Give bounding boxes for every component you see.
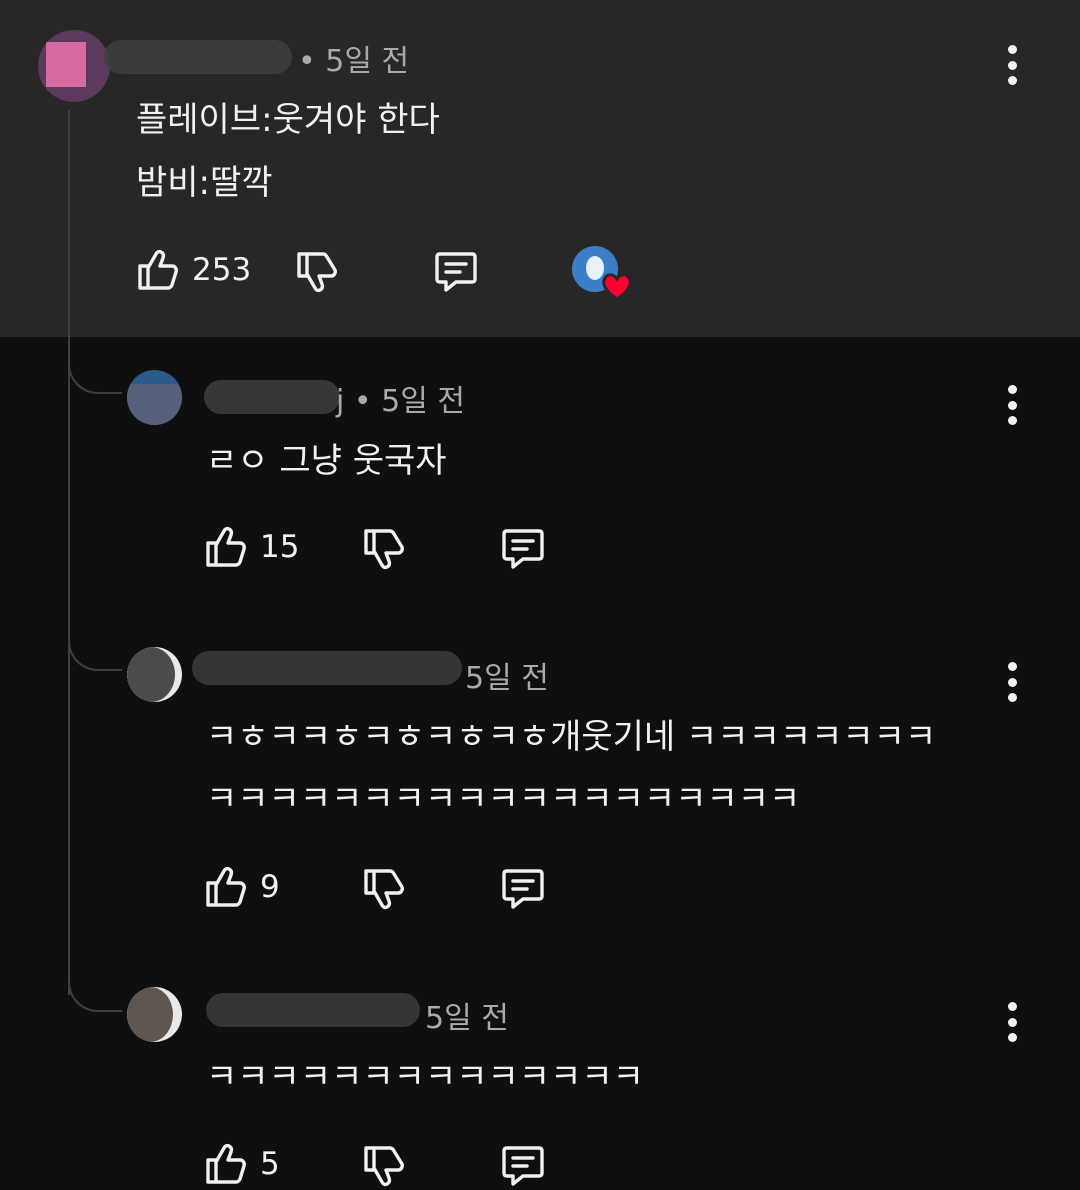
like-button[interactable] — [202, 1140, 250, 1188]
reply-icon — [499, 1140, 547, 1188]
reply-button[interactable] — [499, 1140, 547, 1188]
dislike-button[interactable] — [360, 1142, 408, 1190]
reply-button[interactable] — [432, 246, 480, 294]
reply-text-line: ㄹㅇ 그냥 웃국자 — [206, 441, 447, 481]
thread-branch — [68, 970, 122, 1012]
thread-branch — [68, 629, 122, 671]
thumb-down-icon — [360, 865, 408, 913]
comment-text-line: 플레이브:웃겨야 한다 — [136, 100, 440, 140]
thumb-up-icon — [202, 523, 250, 571]
avatar[interactable] — [127, 987, 182, 1042]
thumb-down-icon — [360, 525, 408, 573]
reply-timestamp: j • 5일 전 — [336, 384, 465, 419]
thumb-down-icon — [360, 1142, 408, 1190]
more-vert-icon[interactable] — [1006, 1002, 1018, 1042]
avatar[interactable] — [38, 30, 110, 102]
username-redacted[interactable] — [204, 380, 340, 414]
avatar[interactable] — [127, 647, 182, 702]
more-vert-icon[interactable] — [1006, 662, 1018, 702]
comment-text-line: 밤비:딸깍 — [136, 163, 273, 203]
reply-timestamp: 5일 전 — [425, 1001, 509, 1036]
username-redacted[interactable] — [104, 40, 292, 74]
reply-icon — [499, 863, 547, 911]
like-count: 253 — [192, 252, 252, 288]
avatar[interactable] — [127, 370, 182, 425]
like-button[interactable] — [202, 523, 250, 571]
reply-text-line: ㅋㅋㅋㅋㅋㅋㅋㅋㅋㅋㅋㅋㅋㅋ — [206, 1057, 644, 1097]
like-count: 5 — [260, 1146, 280, 1182]
reply-button[interactable] — [499, 863, 547, 911]
comment-timestamp: • 5일 전 — [298, 44, 410, 79]
like-button[interactable] — [202, 863, 250, 911]
thumb-down-icon — [293, 248, 341, 296]
like-button[interactable] — [134, 246, 182, 294]
reply-text-line: ㅋㅎㅋㅋㅎㅋㅎㅋㅎㅋㅎ개웃기네 ㅋㅋㅋㅋㅋㅋㅋㅋ — [206, 717, 937, 757]
like-count: 9 — [260, 869, 280, 905]
dislike-button[interactable] — [360, 865, 408, 913]
thread-branch — [68, 352, 122, 394]
reply-icon — [499, 523, 547, 571]
creator-heart-badge — [572, 246, 636, 302]
thumb-up-icon — [202, 1140, 250, 1188]
username-redacted[interactable] — [192, 651, 462, 685]
dislike-button[interactable] — [293, 248, 341, 296]
username-redacted[interactable] — [206, 993, 420, 1027]
thumb-up-icon — [134, 246, 182, 294]
heart-icon — [602, 273, 632, 301]
more-vert-icon[interactable] — [1006, 385, 1018, 425]
reply-text-line: ㅋㅋㅋㅋㅋㅋㅋㅋㅋㅋㅋㅋㅋㅋㅋㅋㅋㅋㅋ — [206, 779, 801, 819]
reply-icon — [432, 246, 480, 294]
like-count: 15 — [260, 529, 300, 565]
thread-line — [68, 110, 70, 995]
reply-timestamp: 5일 전 — [465, 661, 549, 696]
thumb-up-icon — [202, 863, 250, 911]
dislike-button[interactable] — [360, 525, 408, 573]
reply-button[interactable] — [499, 523, 547, 571]
more-vert-icon[interactable] — [1006, 45, 1018, 85]
